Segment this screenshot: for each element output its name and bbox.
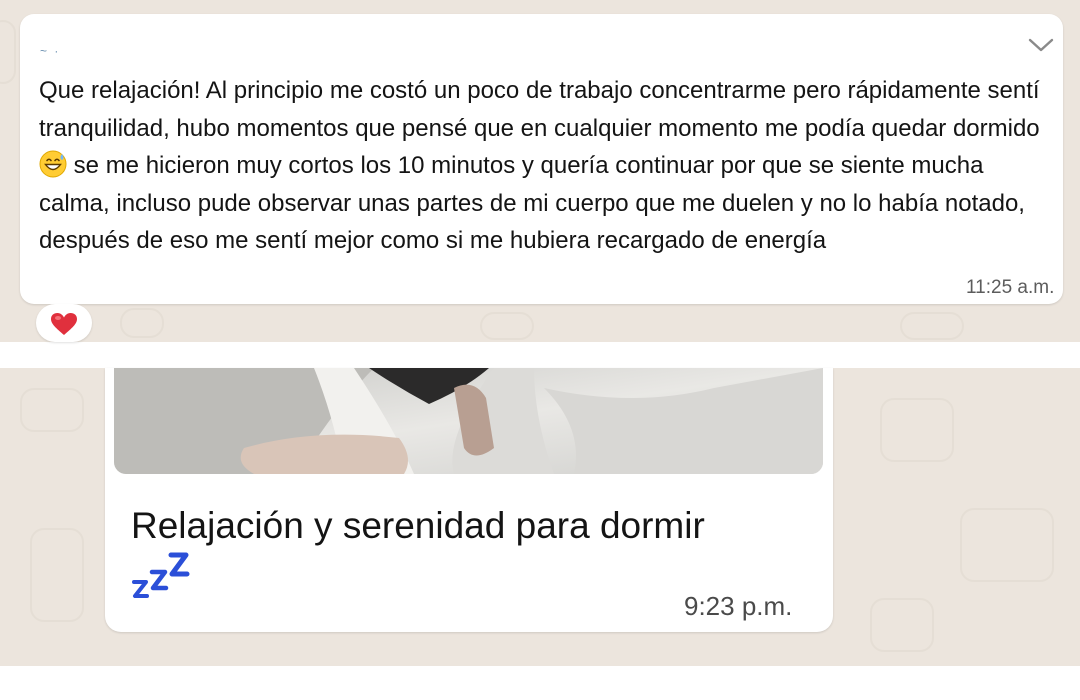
thumbnail-image	[114, 368, 823, 474]
message-text-part-2: se me hicieron muy cortos los 10 minutos…	[39, 152, 1025, 254]
message-time: 9:23 p.m.	[684, 591, 793, 621]
chevron-down-icon[interactable]	[1027, 36, 1055, 54]
red-heart-icon	[51, 313, 77, 335]
sender-name: ~ ·	[40, 44, 61, 58]
zzz-icon	[132, 552, 190, 598]
media-thumbnail[interactable]	[114, 368, 823, 474]
message-text-part-1: Que relajación! Al principio me costó un…	[39, 77, 1040, 142]
link-title: Relajación y serenidad para dormir	[131, 505, 705, 546]
reaction-badge[interactable]	[36, 304, 92, 342]
grinning-face-with-sweat-icon	[39, 150, 67, 178]
message-text: Que relajación! Al principio me costó un…	[39, 72, 1049, 260]
message-time: 11:25 a.m.	[966, 277, 1055, 298]
